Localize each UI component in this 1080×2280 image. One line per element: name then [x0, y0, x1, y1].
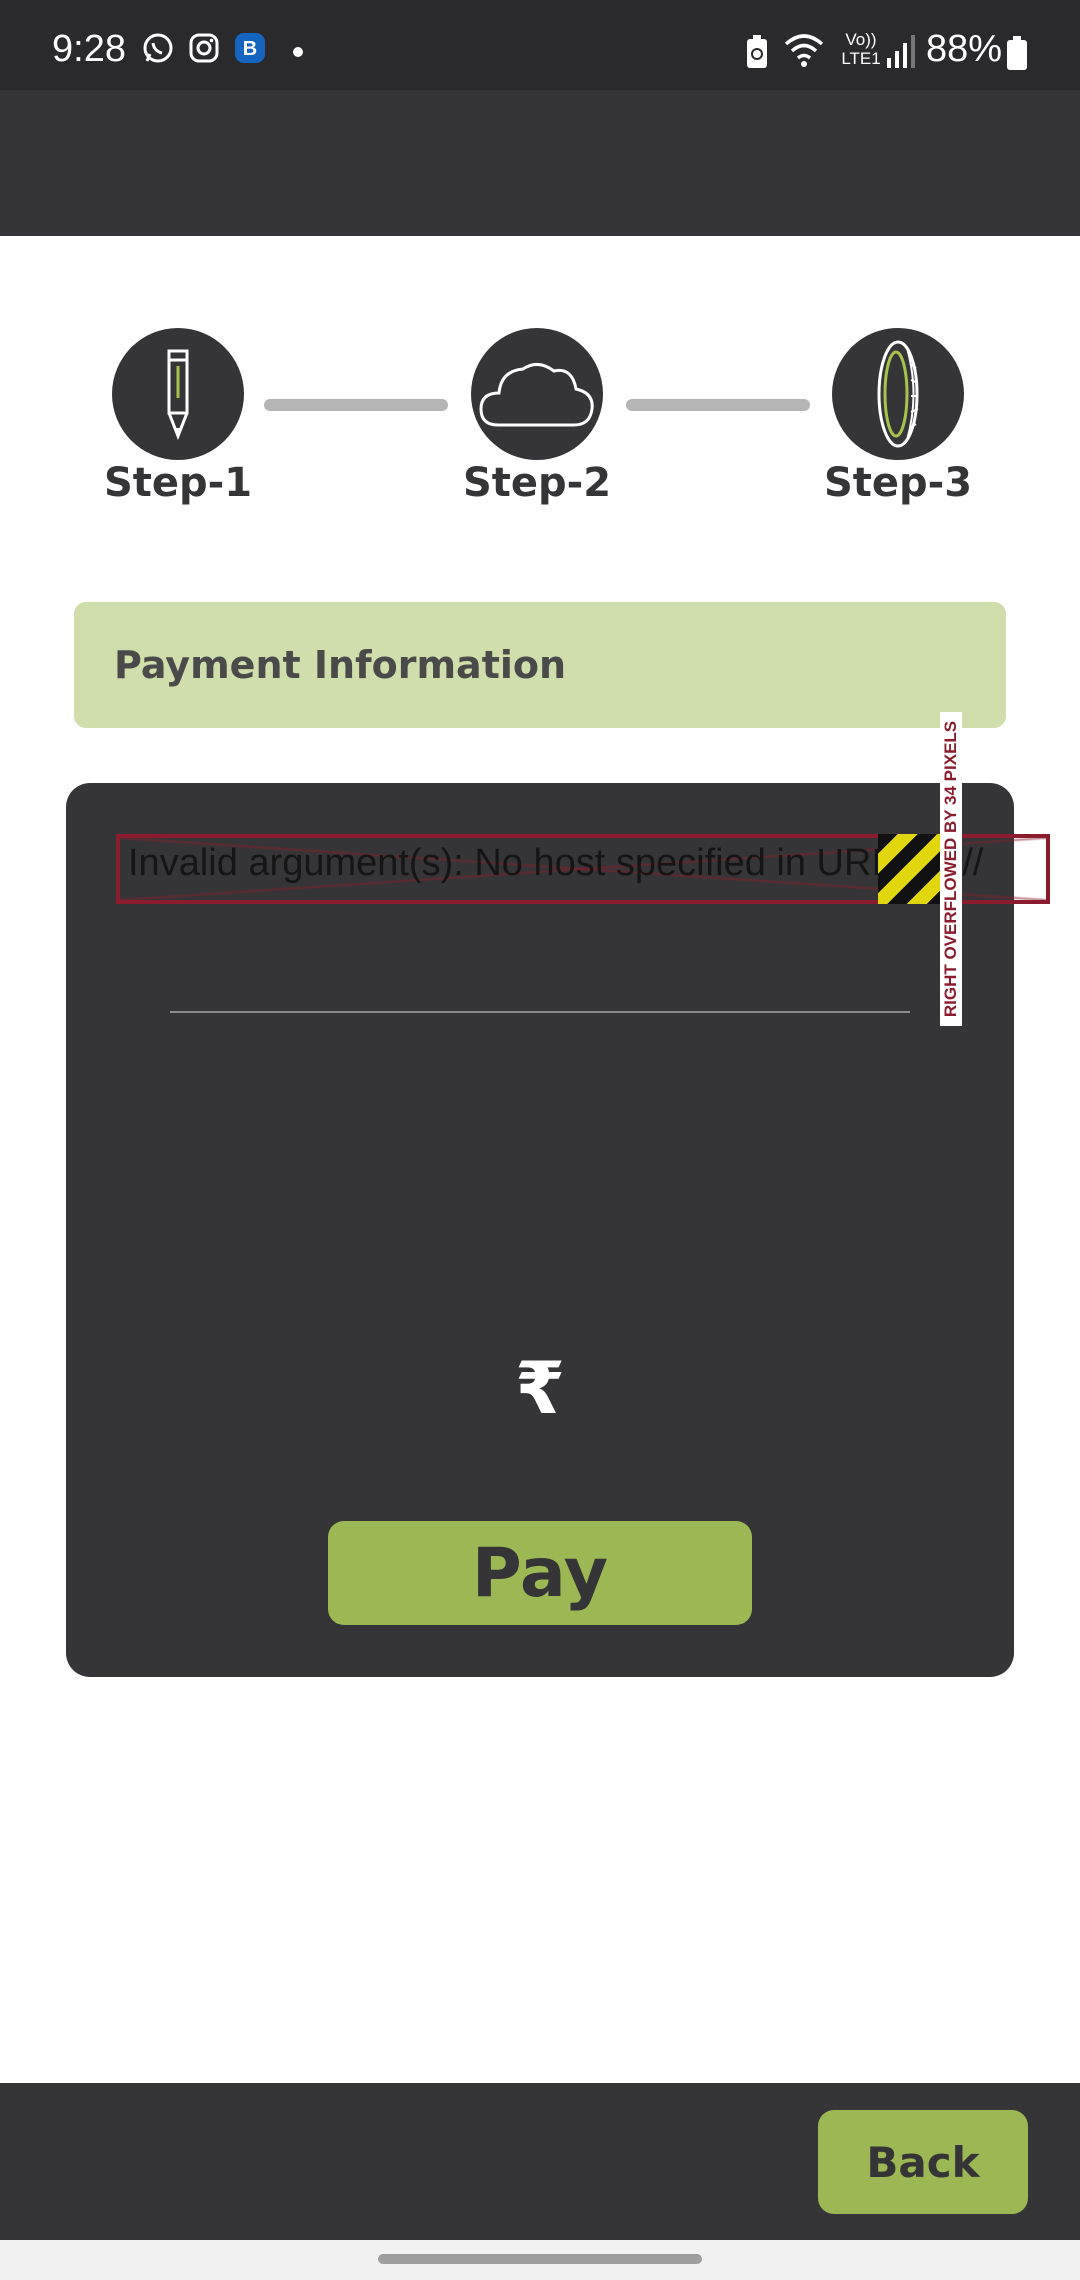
- battery-icon: [1007, 36, 1027, 70]
- step-connector-2: [626, 399, 810, 411]
- svg-text:B: B: [243, 38, 257, 60]
- payment-info-banner: Payment Information: [74, 602, 1006, 728]
- step-3-label: Step-3: [823, 460, 973, 506]
- instagram-icon: [189, 33, 219, 63]
- step-3-circle: [832, 328, 964, 460]
- payment-info-title: Payment Information: [114, 643, 567, 687]
- status-time: 9:28: [52, 28, 126, 70]
- status-bar: 9:28 B Vo)) LTE1 88%: [0, 0, 1080, 90]
- cloud-icon: [479, 363, 594, 427]
- step-2-circle: [471, 328, 603, 460]
- app-bar: [0, 90, 1080, 236]
- volte-icon: Vo)) LTE1: [841, 30, 881, 68]
- step-1-circle: [112, 328, 244, 460]
- wifi-icon: [784, 34, 824, 67]
- overflow-label: RIGHT OVERFLOWED BY 34 PIXELS: [941, 720, 961, 1018]
- overflow-indicator: RIGHT OVERFLOWED BY 34 PIXELS: [940, 712, 962, 1026]
- step-2-label: Step-2: [462, 460, 612, 506]
- step-1-label: Step-1: [103, 460, 253, 506]
- step-connector-1: [264, 399, 448, 411]
- home-gesture-handle[interactable]: [378, 2254, 702, 2264]
- amount-field-underline[interactable]: [170, 1011, 910, 1013]
- dot-icon: [293, 47, 303, 57]
- back-button[interactable]: Back: [818, 2110, 1028, 2214]
- signal-icon: [887, 35, 915, 68]
- battery-percent: 88%: [925, 28, 1002, 70]
- coin-icon: [877, 340, 919, 448]
- battery-saver-icon: [747, 35, 767, 68]
- pencil-icon: [167, 349, 189, 440]
- pay-button[interactable]: Pay: [328, 1521, 752, 1625]
- app-icon: B: [235, 33, 265, 63]
- whatsapp-icon: [143, 33, 173, 63]
- overflow-hazard-stripe: [878, 834, 942, 904]
- rupee-icon: ₹: [514, 1346, 566, 1430]
